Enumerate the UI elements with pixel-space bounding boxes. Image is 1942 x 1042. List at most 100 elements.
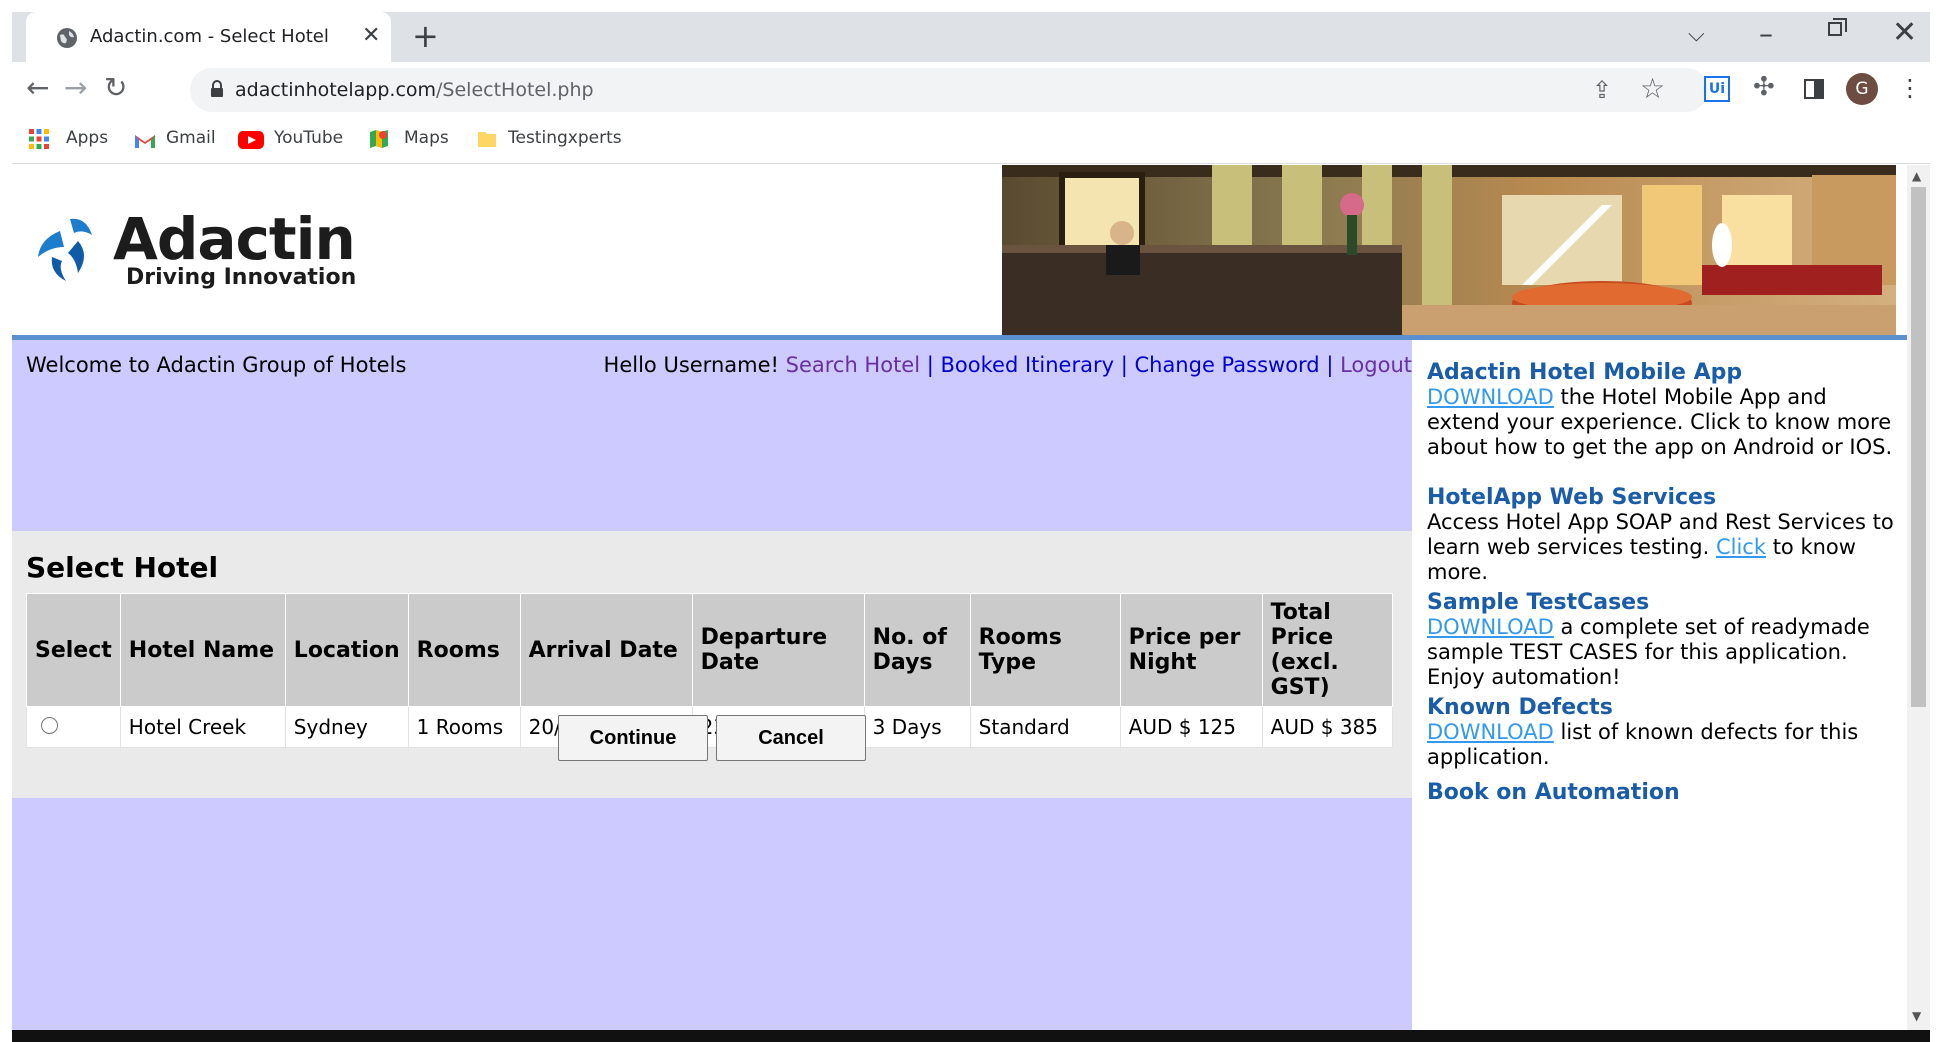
column-header: Select <box>26 593 121 707</box>
booked-itinerary-link[interactable]: Booked Itinerary <box>941 353 1115 377</box>
adactin-logo[interactable]: Adactin Driving Innovation <box>30 205 370 295</box>
change-password-link[interactable]: Change Password <box>1134 353 1319 377</box>
hotel-lobby-banner-image <box>1002 165 1896 335</box>
days-cell: 3 Days <box>863 706 971 748</box>
table-row: Hotel Creek Sydney 1 Rooms 20/05/2022 23… <box>26 706 1394 748</box>
column-header: Total Price (excl. GST) <box>1261 593 1394 707</box>
nav-separator: | <box>926 353 934 377</box>
bookmark-youtube[interactable]: YouTube <box>274 128 343 148</box>
kebab-menu-icon[interactable]: ⋮ <box>1898 72 1922 104</box>
mobile-app-title: Adactin Hotel Mobile App <box>1427 360 1743 385</box>
hotel-name-cell: Hotel Creek <box>119 706 286 748</box>
back-arrow-icon[interactable]: ← <box>26 70 49 106</box>
column-header: Rooms Type <box>969 593 1121 707</box>
testcases-text: DOWNLOAD a complete set of readymade sam… <box>1427 615 1870 689</box>
web-services-title: HotelApp Web Services <box>1427 485 1717 510</box>
column-header: No. of Days <box>863 593 971 707</box>
scrollbar-thumb[interactable] <box>1911 187 1926 707</box>
url-text: adactinhotelapp.com/SelectHotel.php <box>235 79 594 101</box>
search-hotel-link[interactable]: Search Hotel <box>786 353 920 377</box>
mobile-app-text: DOWNLOAD the Hotel Mobile App and extend… <box>1427 385 1893 459</box>
main-content-lower-area <box>12 798 1412 1030</box>
column-header: Location <box>284 593 409 707</box>
column-header: Arrival Date <box>519 593 693 707</box>
lock-icon <box>211 80 223 97</box>
profile-avatar[interactable]: G <box>1846 73 1878 105</box>
restore-icon[interactable] <box>1828 18 1847 36</box>
window-close-icon[interactable]: ✕ <box>1892 15 1917 50</box>
chevron-down-icon[interactable]: ⌵ <box>1688 22 1705 47</box>
bookmark-apps[interactable]: Apps <box>66 128 108 148</box>
testcases-section: Sample TestCases DOWNLOAD a complete set… <box>1427 590 1897 690</box>
right-sidebar: Adactin Hotel Mobile App DOWNLOAD the Ho… <box>1412 340 1907 1030</box>
close-tab-icon[interactable]: ✕ <box>362 24 380 48</box>
nav-separator: | <box>1120 353 1128 377</box>
total-price-cell: AUD $ 385 <box>1261 706 1394 748</box>
book-section: Book on Automation <box>1427 780 1897 805</box>
table-header-row: Select Hotel Name Location Rooms Arrival… <box>26 593 1394 707</box>
known-defects-section: Known Defects DOWNLOAD list of known def… <box>1427 695 1897 770</box>
bookmark-star-icon[interactable]: ☆ <box>1640 72 1665 105</box>
column-header: Departure Date <box>691 593 865 707</box>
rooms-cell: 1 Rooms <box>407 706 521 748</box>
web-services-text: Access Hotel App SOAP and Rest Services … <box>1427 510 1894 584</box>
select-cell <box>26 706 121 748</box>
nav-separator: | <box>1326 353 1334 377</box>
location-cell: Sydney <box>284 706 409 748</box>
hotel-results-table: Select Hotel Name Location Rooms Arrival… <box>26 593 1394 748</box>
browser-tab-strip: Adactin.com - Select Hotel ✕ + ⌵ – ✕ <box>12 12 1930 62</box>
bookmark-testingxperts[interactable]: Testingxperts <box>508 128 622 148</box>
room-type-cell: Standard <box>969 706 1121 748</box>
web-services-click-link[interactable]: Click <box>1716 535 1766 559</box>
browser-toolbar: ← → ↻ adactinhotelapp.com/SelectHotel.ph… <box>12 62 1930 118</box>
web-services-section: HotelApp Web Services Access Hotel App S… <box>1427 485 1897 585</box>
column-header: Rooms <box>407 593 521 707</box>
column-header: Hotel Name <box>119 593 286 707</box>
footer-bar <box>12 1030 1930 1042</box>
apps-grid-icon <box>29 129 49 149</box>
page-scrollbar[interactable]: ▲ ▼ <box>1907 165 1930 1030</box>
page-title: Select Hotel <box>26 551 219 584</box>
cancel-button[interactable]: Cancel <box>716 715 866 761</box>
column-header: Price per Night <box>1119 593 1263 707</box>
bookmarks-bar: Apps Gmail YouTube Maps Testingxperts <box>12 118 1930 164</box>
scroll-down-arrow-icon[interactable]: ▼ <box>1912 1009 1921 1023</box>
hotel-select-radio[interactable] <box>41 717 58 734</box>
logo-tagline: Driving Innovation <box>126 265 357 290</box>
web-page: Adactin Driving Innovation Welcome to Ad… <box>12 165 1930 1042</box>
continue-button[interactable]: Continue <box>558 715 708 761</box>
logo-wordmark: Adactin <box>113 205 356 273</box>
testcases-download-link[interactable]: DOWNLOAD <box>1427 615 1554 639</box>
testcases-title: Sample TestCases <box>1427 590 1650 615</box>
user-navigation: Hello Username! Search Hotel | Booked It… <box>604 353 1412 377</box>
scroll-up-arrow-icon[interactable]: ▲ <box>1912 169 1921 183</box>
browser-tab[interactable]: Adactin.com - Select Hotel ✕ <box>26 12 391 62</box>
new-tab-icon[interactable]: + <box>412 18 439 54</box>
address-bar[interactable]: adactinhotelapp.com/SelectHotel.php ⇪ ☆ <box>190 68 1708 112</box>
welcome-message: Welcome to Adactin Group of Hotels <box>26 353 407 377</box>
logout-link[interactable]: Logout <box>1340 353 1412 377</box>
maps-icon <box>370 130 388 148</box>
youtube-icon <box>238 131 264 149</box>
minimize-icon[interactable]: – <box>1759 17 1773 50</box>
extensions-puzzle-icon[interactable]: ✣ <box>1753 72 1775 102</box>
greeting-text: Hello Username! <box>603 353 779 377</box>
tab-title: Adactin.com - Select Hotel <box>90 26 329 47</box>
folder-icon <box>478 132 496 147</box>
side-panel-icon[interactable] <box>1804 79 1824 99</box>
bookmark-gmail[interactable]: Gmail <box>166 128 216 148</box>
bookmark-maps[interactable]: Maps <box>404 128 449 148</box>
forward-arrow-icon[interactable]: → <box>64 70 87 106</box>
globe-icon <box>57 28 77 48</box>
gmail-icon <box>135 135 155 148</box>
mobile-app-download-link[interactable]: DOWNLOAD <box>1427 385 1554 409</box>
uipath-extension-icon[interactable]: Ui <box>1704 76 1730 102</box>
reload-icon[interactable]: ↻ <box>104 70 127 106</box>
known-defects-text: DOWNLOAD list of known defects for this … <box>1427 720 1859 769</box>
share-icon[interactable]: ⇪ <box>1592 76 1612 104</box>
select-hotel-panel: Select Hotel Select Hotel Name Location … <box>12 531 1412 798</box>
logo-swirl-icon <box>38 218 92 281</box>
known-defects-download-link[interactable]: DOWNLOAD <box>1427 720 1554 744</box>
mobile-app-section: Adactin Hotel Mobile App DOWNLOAD the Ho… <box>1427 360 1897 460</box>
book-on-automation-link[interactable]: Book on Automation <box>1427 780 1897 805</box>
